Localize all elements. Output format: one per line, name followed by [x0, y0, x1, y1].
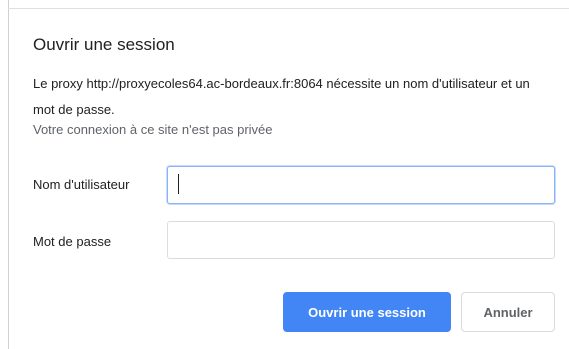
sign-in-button[interactable]: Ouvrir une session [283, 292, 451, 332]
proxy-auth-message: Le proxy http://proxyecoles64.ac-bordeau… [33, 76, 530, 117]
dialog-title: Ouvrir une session [33, 35, 175, 54]
cancel-button[interactable]: Annuler [461, 292, 555, 332]
password-label: Mot de passe [33, 234, 112, 249]
privacy-warning: Votre connexion à ce site n'est pas priv… [33, 122, 273, 137]
password-input[interactable] [167, 221, 555, 259]
username-input[interactable] [167, 166, 555, 204]
username-label: Nom d'utilisateur [33, 177, 130, 192]
browser-window: Ouvrir une session Le proxy http://proxy… [0, 0, 569, 349]
auth-dialog: Ouvrir une session Le proxy http://proxy… [9, 9, 569, 349]
text-caret [178, 174, 179, 194]
